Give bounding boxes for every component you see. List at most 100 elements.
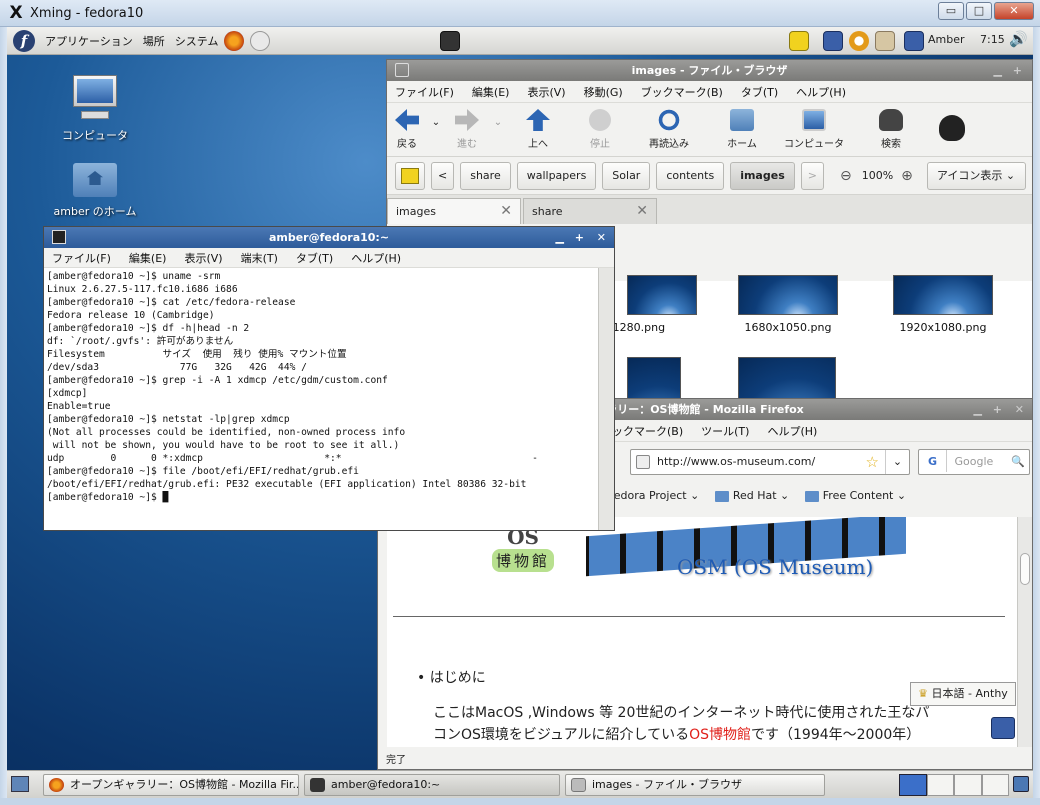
maximize-icon[interactable]: + xyxy=(575,227,584,248)
close-tab-icon[interactable]: ✕ xyxy=(500,199,512,224)
workspace-switcher[interactable] xyxy=(899,774,1009,796)
file-browser-titlebar[interactable]: images - ファイル・ブラウザ ▁ + xyxy=(387,60,1032,81)
menu-help[interactable]: ヘルプ(H) xyxy=(796,84,846,100)
file-thumbnail[interactable] xyxy=(893,275,993,315)
terminal-scrollbar[interactable] xyxy=(598,268,614,530)
bookmark-fedora-project[interactable]: Fedora Project ⌄ xyxy=(608,485,699,507)
url-bar[interactable]: http://www.os-museum.com/ ☆ ⌄ xyxy=(630,449,910,475)
taskbar-item-terminal[interactable]: amber@fedora10:~ xyxy=(304,774,560,796)
path-scroll-right-button[interactable]: > xyxy=(800,161,824,190)
file-label[interactable]: 1680x1050.png xyxy=(728,321,848,334)
path-solar-button[interactable]: Solar xyxy=(602,161,651,190)
up-button[interactable]: 上へ xyxy=(507,109,569,150)
search-button[interactable]: 検索 xyxy=(851,109,931,150)
zoom-out-icon[interactable]: ⊖ xyxy=(840,168,852,184)
file-label[interactable]: 1920x1080.png xyxy=(883,321,1003,334)
menu-view[interactable]: 表示(V) xyxy=(527,84,565,100)
fedora-logo-icon[interactable]: f xyxy=(13,29,35,52)
search-tool-icon[interactable] xyxy=(849,31,869,51)
volume-icon[interactable]: 🔊 xyxy=(1009,30,1028,48)
stop-button[interactable]: 停止 xyxy=(569,109,631,150)
path-share-button[interactable]: share xyxy=(460,161,511,190)
home-desktop-icon[interactable]: amber のホーム xyxy=(40,157,150,219)
scrollbar-thumb[interactable] xyxy=(1020,553,1030,585)
clipboard-icon[interactable] xyxy=(875,31,895,51)
file-thumbnail[interactable] xyxy=(738,275,838,315)
menu-help[interactable]: ヘルプ(H) xyxy=(767,423,817,439)
workspace-2[interactable] xyxy=(926,774,954,796)
back-history-dropdown[interactable]: ⌄ xyxy=(427,109,445,128)
menu-tools[interactable]: ツール(T) xyxy=(701,423,749,439)
maximize-icon[interactable]: + xyxy=(1013,60,1022,81)
site-identity-icon[interactable] xyxy=(636,455,650,469)
window-menu-icon[interactable] xyxy=(395,63,409,77)
terminal-titlebar[interactable]: amber@fedora10:~ ▁ + ✕ xyxy=(44,227,614,248)
terminal-output[interactable]: [amber@fedora10 ~]$ uname -srm Linux 2.6.… xyxy=(44,268,600,530)
notes-icon[interactable] xyxy=(789,31,809,51)
tab-images[interactable]: images ✕ xyxy=(387,198,521,224)
places-menu[interactable]: 場所 xyxy=(143,33,165,49)
computer-button[interactable]: コンピュータ xyxy=(777,109,851,150)
workspace-3[interactable] xyxy=(954,774,982,796)
tab-share[interactable]: share ✕ xyxy=(523,198,657,224)
back-button[interactable]: 戻る xyxy=(387,109,427,150)
path-scroll-left-button[interactable]: < xyxy=(431,161,455,190)
applications-menu[interactable]: アプリケーション xyxy=(45,33,133,49)
menu-tabs[interactable]: タブ(T) xyxy=(296,250,333,266)
xming-close-button[interactable]: ✕ xyxy=(994,2,1034,20)
home-button[interactable]: ホーム xyxy=(707,109,777,150)
minimize-icon[interactable]: ▁ xyxy=(994,60,1002,81)
toggle-location-entry-button[interactable] xyxy=(395,161,425,190)
info-icon[interactable] xyxy=(823,31,843,51)
search-icon[interactable]: 🔍 xyxy=(1011,450,1025,474)
view-mode-select[interactable]: アイコン表示 ⌄ xyxy=(926,161,1026,190)
menu-bookmarks[interactable]: ックマーク(B) xyxy=(612,423,683,439)
maximize-icon[interactable]: + xyxy=(993,399,1002,420)
search-box[interactable]: G Google 🔍 xyxy=(918,449,1030,475)
minimize-icon[interactable]: ▁ xyxy=(556,227,564,248)
trash-icon[interactable] xyxy=(1013,776,1029,792)
terminal-launcher-icon[interactable] xyxy=(440,31,460,51)
menu-edit[interactable]: 編集(E) xyxy=(472,84,510,100)
firefox-launcher-icon[interactable] xyxy=(224,30,245,51)
bookmark-red-hat[interactable]: Red Hat ⌄ xyxy=(715,485,789,507)
forward-button[interactable]: 進む xyxy=(445,109,489,150)
info-icon-2[interactable] xyxy=(904,31,924,51)
show-desktop-icon[interactable] xyxy=(11,776,29,792)
clock[interactable]: 7:15 xyxy=(980,33,1005,46)
file-thumbnail[interactable] xyxy=(627,275,697,315)
bookmark-star-icon[interactable]: ☆ xyxy=(866,450,879,474)
menu-edit[interactable]: 編集(E) xyxy=(129,250,167,266)
zoom-in-icon[interactable]: ⊕ xyxy=(901,168,913,184)
google-engine-icon[interactable]: G xyxy=(919,450,947,472)
menu-view[interactable]: 表示(V) xyxy=(184,250,222,266)
path-images-button[interactable]: images xyxy=(730,161,795,190)
taskbar-item-firefox[interactable]: オープンギャラリー：OS博物館 - Mozilla Fir... xyxy=(43,774,299,796)
path-wallpapers-button[interactable]: wallpapers xyxy=(516,161,597,190)
computer-desktop-icon[interactable]: コンピュータ xyxy=(40,73,150,143)
menu-terminal[interactable]: 端末(T) xyxy=(241,250,278,266)
menu-help[interactable]: ヘルプ(H) xyxy=(351,250,401,266)
menu-tabs[interactable]: タブ(T) xyxy=(741,84,778,100)
system-menu[interactable]: システム xyxy=(175,33,219,49)
xming-minimize-button[interactable]: ▭ xyxy=(938,2,964,20)
close-icon[interactable]: ✕ xyxy=(1015,399,1024,420)
workspace-4[interactable] xyxy=(981,774,1009,796)
os-museum-link[interactable]: OS博物館 xyxy=(689,727,751,743)
user-name[interactable]: Amber xyxy=(928,33,965,46)
taskbar-item-file-browser[interactable]: images - ファイル・ブラウザ xyxy=(565,774,825,796)
page-scrollbar[interactable] xyxy=(1017,517,1032,747)
info-icon[interactable] xyxy=(991,717,1015,739)
xming-maximize-button[interactable]: □ xyxy=(966,2,992,20)
minimize-icon[interactable]: ▁ xyxy=(974,399,982,420)
bookmark-free-content[interactable]: Free Content ⌄ xyxy=(805,485,906,507)
menu-file[interactable]: ファイル(F) xyxy=(395,84,454,100)
close-tab-icon[interactable]: ✕ xyxy=(636,199,648,224)
menu-file[interactable]: ファイル(F) xyxy=(52,250,111,266)
menu-go[interactable]: 移動(G) xyxy=(584,84,623,100)
url-history-dropdown[interactable]: ⌄ xyxy=(885,450,909,474)
close-icon[interactable]: ✕ xyxy=(597,227,606,248)
forward-history-dropdown[interactable]: ⌄ xyxy=(489,109,507,128)
mail-launcher-icon[interactable] xyxy=(250,30,271,51)
menu-bookmarks[interactable]: ブックマーク(B) xyxy=(641,84,723,100)
